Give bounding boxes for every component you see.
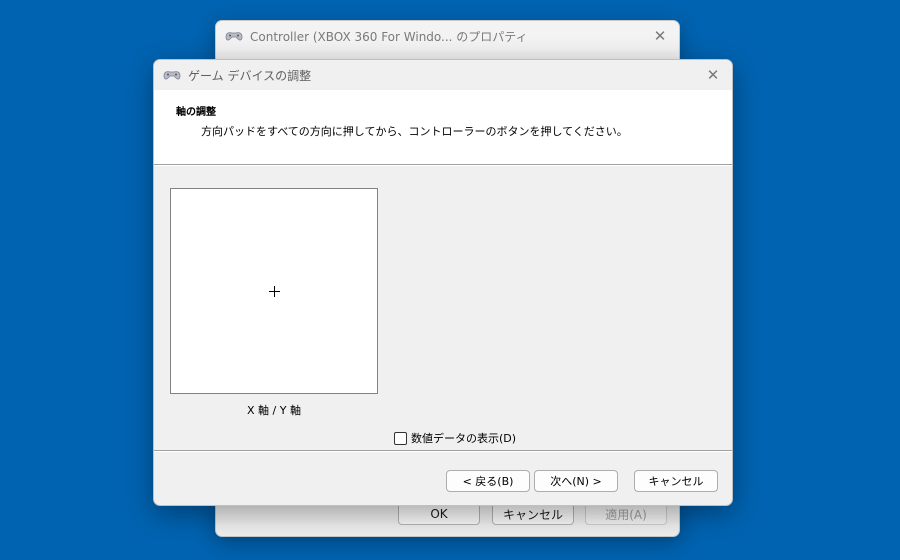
show-raw-data-option[interactable]: 数値データの表示(D): [394, 430, 516, 446]
properties-window-title: Controller (XBOX 360 For Windo... のプロパティ: [250, 29, 528, 44]
dialog-titlebar[interactable]: ゲーム デバイスの調整 ✕: [154, 60, 732, 90]
next-button[interactable]: 次へ(N) >: [534, 470, 618, 492]
dialog-cancel-button[interactable]: キャンセル: [634, 470, 718, 492]
properties-titlebar[interactable]: Controller (XBOX 360 For Windo... のプロパティ…: [216, 21, 679, 51]
footer-separator: [154, 450, 732, 452]
crosshair-icon: [269, 286, 280, 297]
wizard-header: 軸の調整 方向パッドをすべての方向に押してから、コントローラーのボタンを押してく…: [154, 90, 732, 165]
show-raw-data-checkbox[interactable]: [394, 431, 407, 445]
show-raw-data-label[interactable]: 数値データの表示(D): [411, 430, 516, 446]
header-separator: [154, 164, 732, 166]
ok-button[interactable]: OK: [398, 503, 480, 525]
apply-button[interactable]: 適用(A): [585, 503, 667, 525]
close-icon[interactable]: ✕: [649, 25, 671, 47]
game-controller-icon: [225, 32, 243, 41]
calibration-dialog: ゲーム デバイスの調整 ✕ 軸の調整 方向パッドをすべての方向に押してから、コン…: [153, 59, 733, 506]
close-icon[interactable]: ✕: [702, 64, 724, 86]
properties-cancel-button[interactable]: キャンセル: [492, 503, 574, 525]
step-title: 軸の調整: [176, 107, 216, 118]
axis-label: X 軸 / Y 軸: [247, 404, 301, 417]
dialog-title: ゲーム デバイスの調整: [188, 68, 312, 83]
game-controller-icon: [163, 71, 181, 80]
step-description: 方向パッドをすべての方向に押してから、コントローラーのボタンを押してください。: [201, 125, 628, 138]
back-button[interactable]: < 戻る(B): [446, 470, 530, 492]
xy-axis-display: [170, 188, 378, 394]
